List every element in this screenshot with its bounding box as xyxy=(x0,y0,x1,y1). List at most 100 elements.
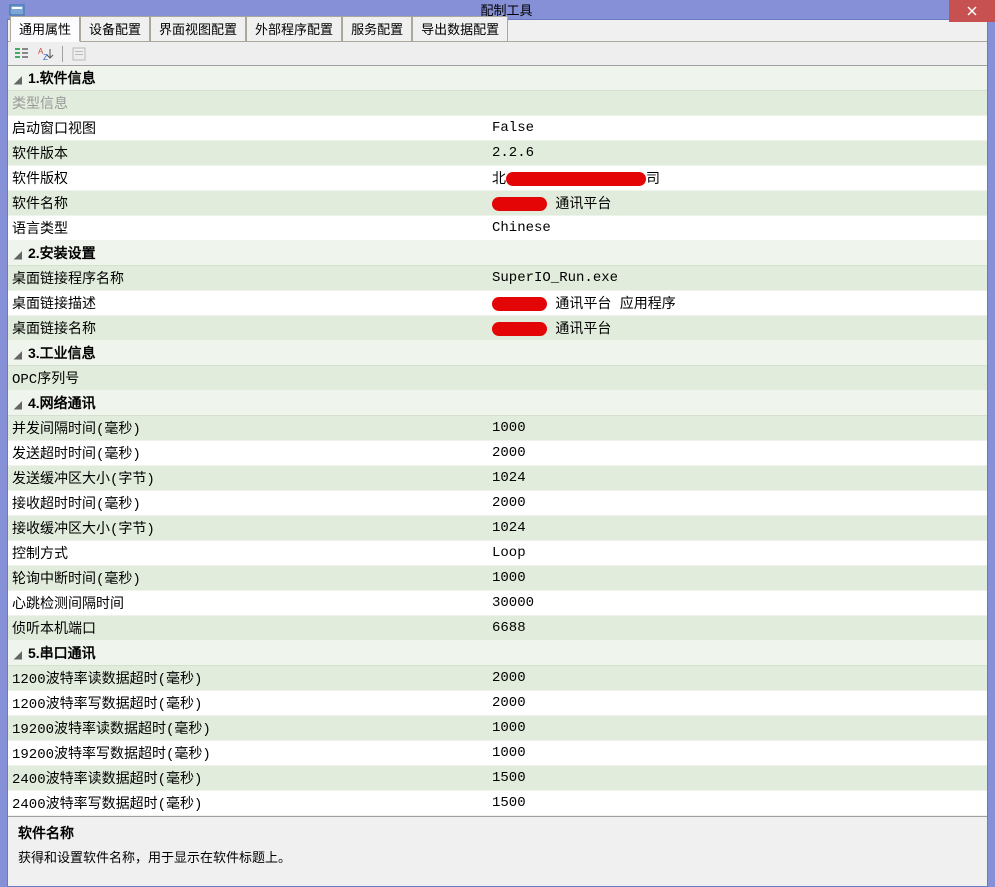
property-row[interactable]: 19200波特率写数据超时(毫秒)1000 xyxy=(8,741,987,766)
property-value[interactable]: Chinese xyxy=(488,216,987,241)
property-value[interactable]: 1000 xyxy=(488,741,987,766)
collapse-icon[interactable]: ◢ xyxy=(12,650,24,661)
redacted-mark xyxy=(506,172,646,186)
property-row[interactable]: 桌面链接描述 通讯平台 应用程序 xyxy=(8,291,987,316)
property-label: 发送缓冲区大小(字节) xyxy=(8,466,488,491)
svg-text:Z: Z xyxy=(43,53,48,62)
alphabetical-icon[interactable]: A Z xyxy=(36,44,56,64)
tab-export[interactable]: 导出数据配置 xyxy=(412,16,508,41)
property-value[interactable]: SuperIO_Run.exe xyxy=(488,266,987,291)
tab-view[interactable]: 界面视图配置 xyxy=(150,16,246,41)
property-label: 并发间隔时间(毫秒) xyxy=(8,416,488,441)
property-label: 2400波特率写数据超时(毫秒) xyxy=(8,791,488,816)
property-label: 1200波特率读数据超时(毫秒) xyxy=(8,666,488,691)
property-value[interactable]: 1000 xyxy=(488,716,987,741)
property-row[interactable]: 桌面链接程序名称SuperIO_Run.exe xyxy=(8,266,987,291)
category-header[interactable]: ◢2.安装设置 xyxy=(8,241,987,266)
property-row[interactable]: 软件版权北司 xyxy=(8,166,987,191)
property-row[interactable]: 2400波特率读数据超时(毫秒)1500 xyxy=(8,766,987,791)
property-value[interactable] xyxy=(488,366,987,391)
property-label: 桌面链接程序名称 xyxy=(8,266,488,291)
property-row[interactable]: 软件版本2.2.6 xyxy=(8,141,987,166)
property-label: 控制方式 xyxy=(8,541,488,566)
category-header[interactable]: ◢ 3.工业信息 xyxy=(8,341,987,366)
property-row[interactable]: 启动窗口视图False xyxy=(8,116,987,141)
property-row[interactable]: 心跳检测间隔时间30000 xyxy=(8,591,987,616)
property-value[interactable] xyxy=(488,91,987,116)
property-row[interactable]: 类型信息 xyxy=(8,91,987,116)
category-header[interactable]: ◢5.串口通讯 xyxy=(8,641,987,666)
property-label: 轮询中断时间(毫秒) xyxy=(8,566,488,591)
property-value[interactable]: 1500 xyxy=(488,766,987,791)
property-grid-scroll[interactable]: ◢ 1.软件信息类型信息启动窗口视图False软件版本2.2.6软件版权北司软件名… xyxy=(8,66,987,816)
property-row[interactable]: 控制方式Loop xyxy=(8,541,987,566)
property-label: OPC序列号 xyxy=(8,366,488,391)
property-row[interactable]: 发送超时时间(毫秒)2000 xyxy=(8,441,987,466)
property-value[interactable]: 通讯平台 xyxy=(488,316,987,341)
categorized-icon[interactable] xyxy=(12,44,32,64)
property-label: 1200波特率写数据超时(毫秒) xyxy=(8,691,488,716)
property-row[interactable]: 桌面链接名称 通讯平台 xyxy=(8,316,987,341)
tab-service[interactable]: 服务配置 xyxy=(342,16,412,41)
property-value[interactable]: 1000 xyxy=(488,566,987,591)
property-value[interactable]: False xyxy=(488,116,987,141)
property-row[interactable]: 1200波特率写数据超时(毫秒)2000 xyxy=(8,691,987,716)
property-row[interactable]: 1200波特率读数据超时(毫秒)2000 xyxy=(8,666,987,691)
property-label: 发送超时时间(毫秒) xyxy=(8,441,488,466)
property-row[interactable]: 19200波特率读数据超时(毫秒)1000 xyxy=(8,716,987,741)
property-pages-icon[interactable] xyxy=(69,44,89,64)
property-row[interactable]: 语言类型Chinese xyxy=(8,216,987,241)
window-buttons xyxy=(949,0,995,22)
category-header[interactable]: ◢ 1.软件信息 xyxy=(8,66,987,91)
category-title: 1.软件信息 xyxy=(28,70,96,86)
property-value[interactable]: 2000 xyxy=(488,691,987,716)
property-table: ◢ 1.软件信息类型信息启动窗口视图False软件版本2.2.6软件版权北司软件名… xyxy=(8,66,987,816)
collapse-icon[interactable]: ◢ xyxy=(12,400,24,411)
property-value[interactable]: 北司 xyxy=(488,166,987,191)
property-row[interactable]: OPC序列号 xyxy=(8,366,987,391)
property-label: 类型信息 xyxy=(8,91,488,116)
property-row[interactable]: 接收缓冲区大小(字节)1024 xyxy=(8,516,987,541)
property-grid: ◢1.软件信息类型信息启动窗口视图False软件版本2.2.6软件版权北司软件名… xyxy=(8,66,987,886)
property-value[interactable]: 通讯平台 xyxy=(488,191,987,216)
property-row[interactable]: 软件名称 通讯平台 xyxy=(8,191,987,216)
help-description: 获得和设置软件名称，用于显示在软件标题上。 xyxy=(18,847,977,866)
tab-general[interactable]: 通用属性 xyxy=(10,16,80,42)
property-row[interactable]: 侦听本机端口6688 xyxy=(8,616,987,641)
property-value[interactable]: 2.2.6 xyxy=(488,141,987,166)
category-title: 3.工业信息 xyxy=(28,345,96,361)
property-toolbar: A Z xyxy=(8,42,987,66)
close-button[interactable] xyxy=(949,0,995,22)
help-title: 软件名称 xyxy=(18,823,977,843)
property-value[interactable]: 1000 xyxy=(488,416,987,441)
property-value[interactable]: 1024 xyxy=(488,516,987,541)
help-panel: 软件名称 获得和设置软件名称，用于显示在软件标题上。 xyxy=(8,816,987,886)
collapse-icon[interactable]: ◢ xyxy=(12,350,24,361)
property-value[interactable]: 1024 xyxy=(488,466,987,491)
property-label: 19200波特率写数据超时(毫秒) xyxy=(8,741,488,766)
app-window: 配制工具 通用属性 设备配置 界面视图配置 外部程序配置 服务配置 导出数据配置 xyxy=(0,0,995,829)
property-value[interactable]: 6688 xyxy=(488,616,987,641)
collapse-icon[interactable]: ◢ xyxy=(12,75,24,86)
property-row[interactable]: 接收超时时间(毫秒)2000 xyxy=(8,491,987,516)
property-label: 侦听本机端口 xyxy=(8,616,488,641)
tab-external[interactable]: 外部程序配置 xyxy=(246,16,342,41)
property-row[interactable]: 发送缓冲区大小(字节)1024 xyxy=(8,466,987,491)
redacted-mark xyxy=(492,322,547,336)
property-label: 桌面链接名称 xyxy=(8,316,488,341)
collapse-icon[interactable]: ◢ xyxy=(12,250,24,261)
property-label: 软件名称 xyxy=(8,191,488,216)
property-row[interactable]: 2400波特率写数据超时(毫秒)1500 xyxy=(8,791,987,816)
property-value[interactable]: 30000 xyxy=(488,591,987,616)
property-value[interactable]: 2000 xyxy=(488,491,987,516)
property-value[interactable]: 2000 xyxy=(488,666,987,691)
property-value[interactable]: 2000 xyxy=(488,441,987,466)
property-row[interactable]: 轮询中断时间(毫秒)1000 xyxy=(8,566,987,591)
property-value[interactable]: 通讯平台 应用程序 xyxy=(488,291,987,316)
category-header[interactable]: ◢ 4.网络通讯 xyxy=(8,391,987,416)
property-value[interactable]: Loop xyxy=(488,541,987,566)
category-title: 4.网络通讯 xyxy=(28,395,96,411)
property-value[interactable]: 1500 xyxy=(488,791,987,816)
tab-device[interactable]: 设备配置 xyxy=(80,16,150,41)
property-row[interactable]: 并发间隔时间(毫秒)1000 xyxy=(8,416,987,441)
